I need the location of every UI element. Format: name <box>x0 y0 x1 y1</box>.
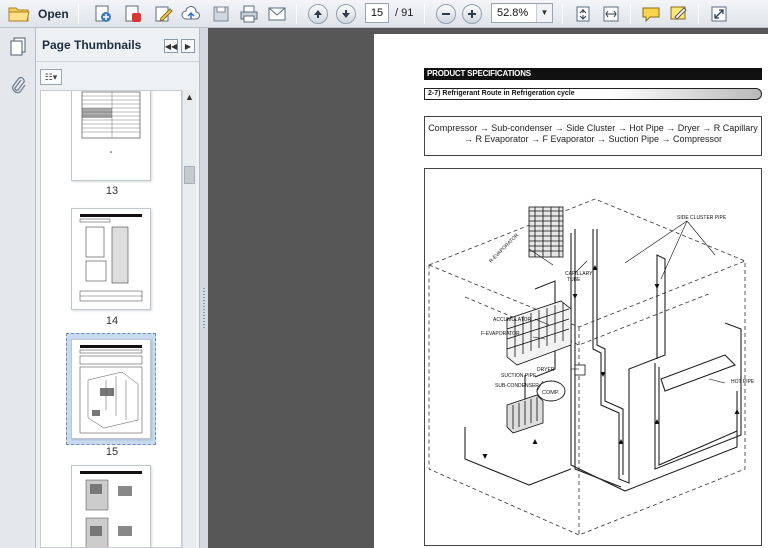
thumbnail-page-15[interactable] <box>71 339 151 439</box>
toolbar-separator <box>630 4 631 24</box>
zoom-in-icon[interactable] <box>462 4 482 24</box>
thumbnail-page-16[interactable] <box>71 465 151 547</box>
fit-page-icon[interactable] <box>572 3 594 25</box>
page-total-label: / 91 <box>395 7 414 19</box>
diagram-label-tube: TUBE <box>567 277 581 283</box>
thumbnail-scrollbar[interactable]: ▲ <box>182 90 196 548</box>
paperclip-icon[interactable] <box>7 74 29 96</box>
thumbnail-options-icon[interactable]: ☷▾ <box>40 69 62 85</box>
page-number-input[interactable]: 15 <box>365 3 389 23</box>
next-page-icon[interactable] <box>336 4 356 24</box>
document-page: PRODUCT SPECIFICATIONS 2-7) Refrigerant … <box>374 34 768 548</box>
toolbar: Open 15 / 91 52.8% ▼ <box>0 0 768 28</box>
diagram-label-hot-pipe: HOT PIPE <box>731 379 755 385</box>
toolbar-separator <box>424 4 425 24</box>
panel-title: Page Thumbnails <box>42 37 142 52</box>
fit-width-icon[interactable] <box>600 3 622 25</box>
scroll-up-icon[interactable]: ▲ <box>185 92 194 102</box>
refrigeration-cycle-diagram: COMP. SIDE CLUSTER PIPE R-EVAPORATOR CAP… <box>424 168 762 546</box>
toolbar-separator <box>296 4 297 24</box>
previous-page-icon[interactable] <box>308 4 328 24</box>
pages-icon[interactable] <box>7 36 29 58</box>
document-view[interactable]: PRODUCT SPECIFICATIONS 2-7) Refrigerant … <box>208 28 768 548</box>
refrigerant-route-box: Compressor → Sub-condenser → Side Cluste… <box>424 116 762 156</box>
create-pdf-icon[interactable] <box>92 3 114 25</box>
expand-icon[interactable]: ▶ <box>181 39 195 53</box>
section-title: PRODUCT SPECIFICATIONS <box>424 68 762 80</box>
folder-icon[interactable] <box>6 3 32 25</box>
thumbnail-page-14[interactable] <box>71 208 151 310</box>
upload-cloud-icon[interactable] <box>180 3 202 25</box>
diagram-label-accumulator: ACCUMULATOR <box>493 317 532 323</box>
comment-icon[interactable] <box>640 3 662 25</box>
toolbar-separator <box>698 4 699 24</box>
thumbnails-panel: Page Thumbnails ◀◀ ▶ ☷▾ 13 14 15 ▲ <box>36 28 200 548</box>
toolbar-separator <box>562 4 563 24</box>
thumbnail-label: 14 <box>105 315 119 327</box>
thumbnail-label: 13 <box>105 185 119 197</box>
edit-icon[interactable] <box>152 3 174 25</box>
splitter-grip[interactable] <box>203 288 205 328</box>
panel-splitter[interactable] <box>200 28 208 548</box>
save-icon[interactable] <box>210 3 232 25</box>
diagram-label-r-evaporator: R-EVAPORATOR <box>488 232 520 264</box>
thumbnail-list[interactable]: 13 14 15 <box>40 90 182 548</box>
diagram-label-suction-pipe: SUCTION PIPE <box>501 373 537 379</box>
diagram-label-dryer: DRYER <box>537 367 555 373</box>
full-screen-icon[interactable] <box>708 3 730 25</box>
acrobat-icon[interactable] <box>122 3 144 25</box>
diagram-label-comp: COMP. <box>542 390 560 396</box>
diagram-label-side-cluster-pipe: SIDE CLUSTER PIPE <box>677 215 727 221</box>
thumbnail-label: 15 <box>105 446 119 458</box>
navigation-rail <box>0 28 36 548</box>
scrollbar-thumb[interactable] <box>184 166 195 184</box>
route-line-2: → R Evaporator → F Evaporator → Suction … <box>463 134 723 144</box>
subsection-title: 2-7) Refrigerant Route in Refrigeration … <box>424 88 762 100</box>
thumbnail-page-13[interactable] <box>71 91 151 181</box>
chevron-down-icon[interactable]: ▼ <box>536 4 552 22</box>
open-button-label[interactable]: Open <box>38 7 69 21</box>
zoom-out-icon[interactable] <box>436 4 456 24</box>
zoom-select[interactable]: 52.8% ▼ <box>491 3 553 23</box>
highlight-icon[interactable] <box>668 3 690 25</box>
toolbar-separator <box>78 4 79 24</box>
diagram-label-sub-condenser: SUB-CONDENSER <box>495 383 539 389</box>
diagram-label-f-evaporator: F-EVAPORATOR <box>481 331 520 337</box>
zoom-value: 52.8% <box>497 7 529 19</box>
print-icon[interactable] <box>238 3 260 25</box>
route-line-1: Compressor → Sub-condenser → Side Cluste… <box>428 123 758 133</box>
collapse-panel-icon[interactable]: ◀◀ <box>164 39 178 53</box>
email-icon[interactable] <box>266 3 288 25</box>
